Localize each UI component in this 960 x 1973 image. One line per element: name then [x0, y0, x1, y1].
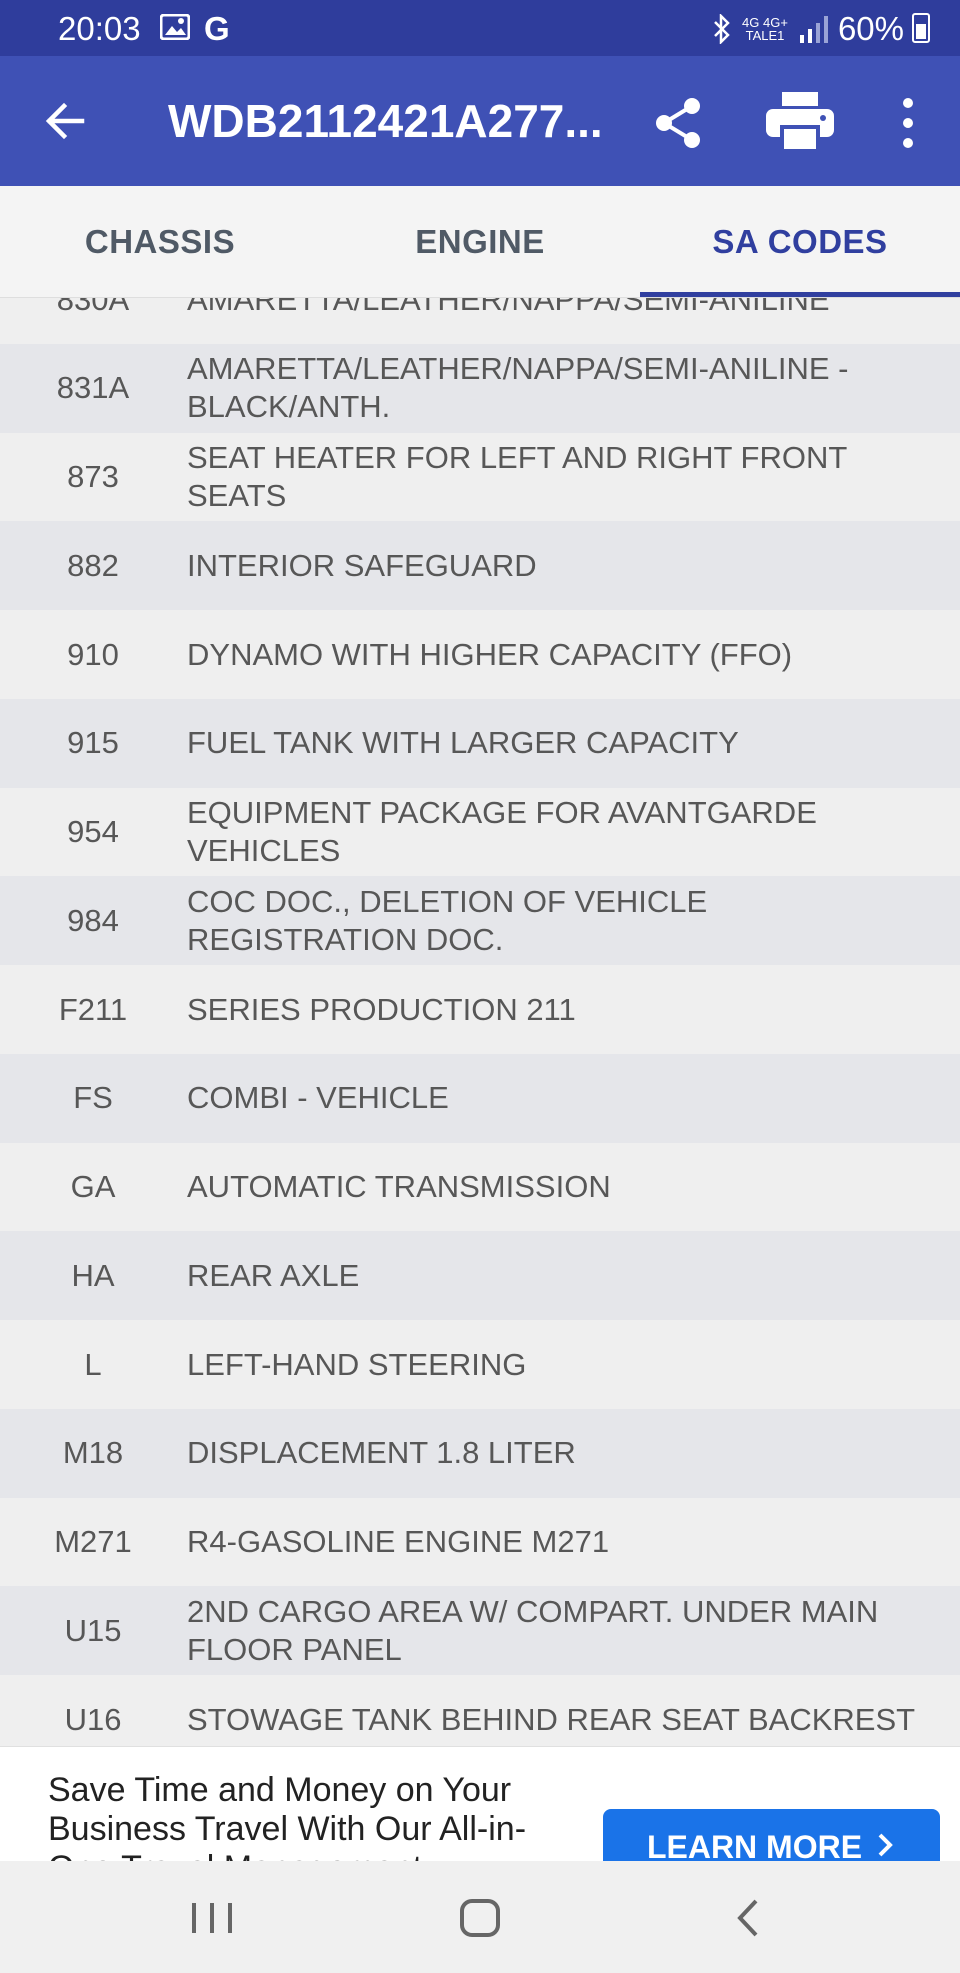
sa-code: FS [73, 1080, 113, 1116]
sa-description: STOWAGE TANK BEHIND REAR SEAT BACKREST [187, 1701, 916, 1737]
tab-chassis[interactable]: CHASSIS [0, 186, 320, 298]
table-row[interactable]: M18 DISPLACEMENT 1.8 LITER [0, 1408, 960, 1498]
sa-code: M271 [54, 1524, 132, 1559]
table-row[interactable]: FS COMBI - VEHICLE [0, 1053, 960, 1143]
table-row[interactable]: 831A AMARETTA/LEATHER/NAPPA/SEMI-ANILINE … [0, 343, 960, 433]
sa-code: 831A [56, 370, 130, 406]
battery-percentage: 60% [837, 10, 904, 47]
sa-description: 2ND CARGO AREA W/ COMPART. UNDER MAIN FL… [187, 1593, 879, 1667]
sa-codes-list[interactable]: 830A AMARETTA/LEATHER/NAPPA/SEMI-ANILINE 8… [0, 298, 960, 1746]
sa-code: 954 [67, 814, 119, 849]
print-icon[interactable] [766, 92, 834, 152]
status-time: 20:03 [58, 10, 141, 47]
table-row[interactable]: GA AUTOMATIC TRANSMISSION [0, 1142, 960, 1232]
sa-description: AUTOMATIC TRANSMISSION [187, 1169, 611, 1204]
sa-code: F211 [58, 991, 128, 1027]
back-arrow-icon [45, 102, 85, 140]
sa-code: GA [70, 1169, 116, 1204]
network-carrier: TALE1 [745, 28, 785, 43]
recents-icon[interactable] [188, 1893, 236, 1943]
sa-description: EQUIPMENT PACKAGE FOR AVANTGARDE VEHICLE… [187, 795, 817, 868]
battery-icon [912, 13, 930, 43]
bluetooth-icon [714, 14, 730, 44]
sa-description: FUEL TANK WITH LARGER CAPACITY [187, 725, 739, 761]
sa-code: HA [71, 1257, 115, 1293]
table-row[interactable]: 910 DYNAMO WITH HIGHER CAPACITY (FFO) [0, 610, 960, 699]
status-right-group: 4G 4G+ TALE1 60% [712, 10, 904, 48]
table-row[interactable]: F211 SERIES PRODUCTION 211 [0, 965, 960, 1054]
home-icon[interactable] [458, 1893, 502, 1943]
table-row[interactable]: HA REAR AXLE [0, 1231, 960, 1321]
more-vert-icon[interactable] [890, 96, 926, 150]
tab-bar: CHASSIS ENGINE SA CODES [0, 186, 960, 298]
back-button[interactable] [38, 94, 92, 148]
table-row[interactable]: 915 FUEL TANK WITH LARGER CAPACITY [0, 698, 960, 788]
sa-description: R4-GASOLINE ENGINE M271 [187, 1524, 610, 1559]
sa-description: DISPLACEMENT 1.8 LITER [187, 1435, 576, 1471]
sa-description: COC DOC., DELETION OF VEHICLE REGISTRATI… [187, 883, 708, 957]
sa-code: M18 [62, 1435, 124, 1471]
ad-banner[interactable]: Save Time and Money on Your Business Tra… [0, 1746, 960, 1861]
table-row[interactable]: M271 R4-GASOLINE ENGINE M271 [0, 1497, 960, 1587]
sa-code: 873 [67, 459, 119, 494]
gallery-icon [160, 14, 190, 40]
google-status-icon: G [204, 10, 230, 47]
sa-code: L [84, 1346, 102, 1382]
sa-code: 910 [67, 636, 119, 672]
back-icon[interactable] [728, 1893, 768, 1943]
learn-more-button[interactable]: LEARN MORE [603, 1809, 940, 1861]
sa-code: U15 [64, 1612, 122, 1648]
sa-description: REAR AXLE [187, 1257, 360, 1293]
tab-indicator [640, 292, 960, 297]
page-title: WDB2112421A277... [168, 95, 603, 147]
network-indicator: 4G 4G+ TALE1 [742, 16, 788, 42]
table-row[interactable]: U15 2ND CARGO AREA W/ COMPART. UNDER MAIN… [0, 1586, 960, 1676]
sa-description: COMBI - VEHICLE [187, 1080, 449, 1116]
sa-description: AMARETTA/LEATHER/NAPPA/SEMI-ANILINE - BL… [187, 351, 849, 425]
share-icon[interactable] [652, 96, 706, 150]
status-bar: 20:03 G 4G 4G+ TALE1 60% [0, 0, 960, 56]
tab-sa-codes[interactable]: SA CODES [640, 186, 960, 298]
sa-description: SERIES PRODUCTION 211 [187, 991, 576, 1027]
table-row[interactable]: 954 EQUIPMENT PACKAGE FOR AVANTGARDE VEHI… [0, 787, 960, 877]
sa-description: AMARETTA/LEATHER/NAPPA/SEMI-ANILINE [187, 298, 830, 317]
table-row[interactable]: 830A AMARETTA/LEATHER/NAPPA/SEMI-ANILINE [0, 298, 960, 344]
sa-code: 882 [67, 547, 119, 583]
navigation-bar [0, 1861, 960, 1973]
table-row[interactable]: U16 STOWAGE TANK BEHIND REAR SEAT BACKRES… [0, 1675, 960, 1746]
table-row[interactable]: 984 COC DOC., DELETION OF VEHICLE REGISTR… [0, 876, 960, 966]
sa-description: INTERIOR SAFEGUARD [187, 547, 537, 583]
sa-code: 915 [67, 725, 119, 761]
ad-text: Save Time and Money on Your Business Tra… [48, 1771, 527, 1861]
table-row[interactable]: 873 SEAT HEATER FOR LEFT AND RIGHT FRONT … [0, 432, 960, 522]
chevron-right-icon [878, 1833, 893, 1857]
sa-code: 830A [56, 298, 130, 317]
app-bar: WDB2112421A277... [0, 56, 960, 186]
sa-code: 984 [67, 902, 119, 938]
learn-more-label: LEARN MORE [646, 1829, 863, 1861]
sa-description: DYNAMO WITH HIGHER CAPACITY (FFO) [187, 636, 793, 672]
signal-icon [799, 16, 828, 43]
table-row[interactable]: L LEFT-HAND STEERING [0, 1320, 960, 1409]
sa-code: U16 [64, 1701, 122, 1737]
table-row[interactable]: 882 INTERIOR SAFEGUARD [0, 521, 960, 611]
sa-description: LEFT-HAND STEERING [187, 1346, 527, 1382]
tab-engine[interactable]: ENGINE [320, 186, 640, 298]
sa-description: SEAT HEATER FOR LEFT AND RIGHT FRONT SEA… [187, 440, 847, 513]
